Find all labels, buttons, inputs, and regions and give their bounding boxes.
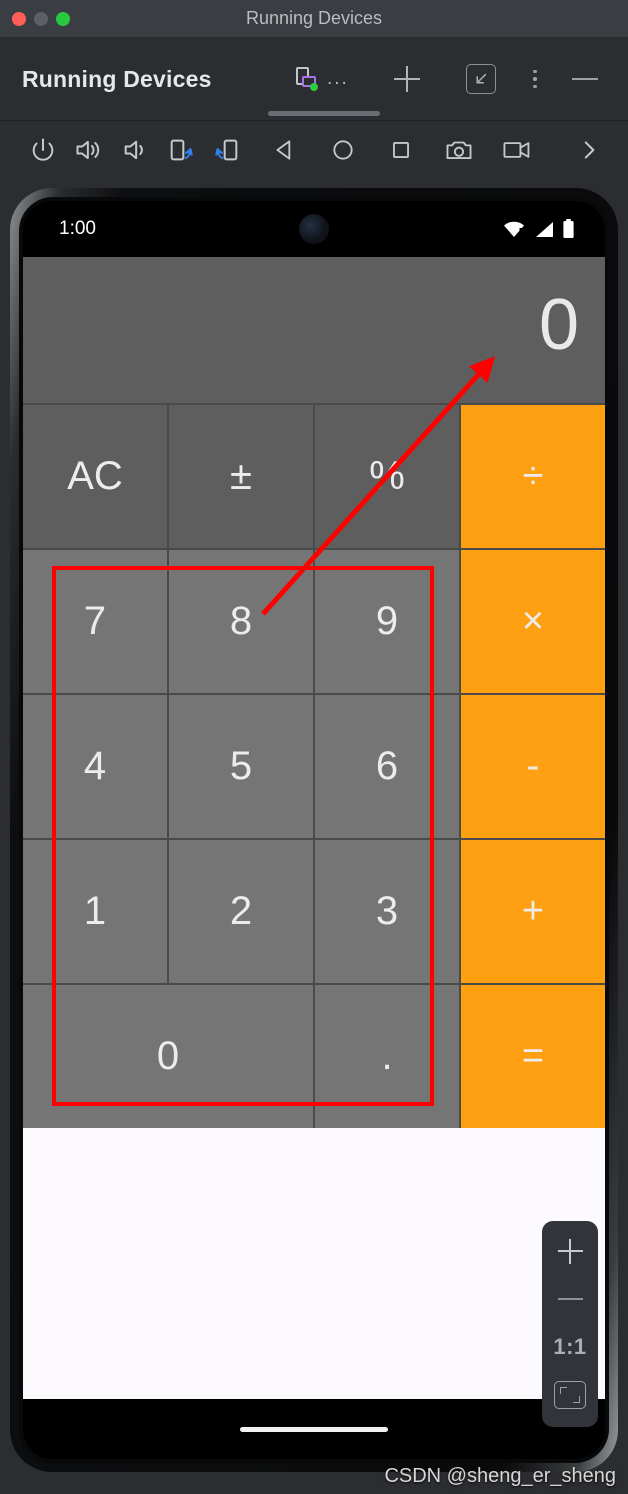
- tool-window-header: Running Devices ...: [0, 38, 628, 120]
- key-label: 1: [83, 889, 107, 933]
- key-6[interactable]: 6: [315, 695, 459, 838]
- display-value: 0: [538, 285, 579, 365]
- running-dot-icon: [310, 83, 318, 91]
- key-label: 9: [375, 599, 399, 643]
- key-3[interactable]: 3: [315, 840, 459, 983]
- wifi-alert-icon: [504, 221, 524, 237]
- dock-window-button[interactable]: [466, 64, 496, 94]
- key-label: ÷: [522, 455, 544, 497]
- key-label: 5: [229, 744, 253, 788]
- key-label: +: [521, 890, 545, 932]
- front-camera-punch-hole: [299, 214, 329, 244]
- key-label: 7: [83, 599, 107, 643]
- key-multiply[interactable]: ×: [461, 550, 605, 693]
- device-emulator-icon: [294, 67, 318, 91]
- status-time: 1:00: [59, 218, 96, 239]
- actual-size-button[interactable]: 1:1: [548, 1327, 592, 1367]
- rotate-right-icon[interactable]: [204, 127, 250, 173]
- rotate-left-icon[interactable]: [158, 127, 204, 173]
- key-5[interactable]: 5: [169, 695, 313, 838]
- phone-bezel: 1:00 0 AC ± % ÷ 7 8 9 × 4 5 6 - 1 2 3 + …: [19, 197, 609, 1463]
- key-label: 4: [83, 744, 107, 788]
- status-bar: 1:00: [23, 201, 605, 257]
- macos-titlebar: Running Devices: [0, 0, 628, 38]
- tab-label: ...: [327, 68, 349, 89]
- minimize-icon: [572, 78, 598, 80]
- key-decimal[interactable]: .: [315, 985, 459, 1128]
- kebab-dot-icon: [533, 77, 537, 81]
- volume-up-icon[interactable]: [66, 127, 112, 173]
- key-label: .: [381, 1034, 393, 1078]
- calculator-display: 0: [23, 257, 605, 403]
- add-device-button[interactable]: [390, 62, 424, 96]
- key-label: 6: [375, 744, 399, 788]
- maximize-window-button[interactable]: [56, 11, 70, 26]
- zoom-controls: 1:1: [542, 1221, 598, 1427]
- device-toolbar: [0, 120, 628, 178]
- status-icons: [502, 218, 605, 240]
- key-equals[interactable]: =: [461, 985, 605, 1128]
- phone-frame: 1:00 0 AC ± % ÷ 7 8 9 × 4 5 6 - 1 2 3 + …: [10, 188, 618, 1472]
- phone-screen[interactable]: 1:00 0 AC ± % ÷ 7 8 9 × 4 5 6 - 1 2 3 + …: [23, 201, 605, 1459]
- screenshot-icon[interactable]: [436, 127, 482, 173]
- overview-icon[interactable]: [378, 127, 424, 173]
- gesture-navigation-bar[interactable]: [23, 1399, 605, 1459]
- key-divide[interactable]: ÷: [461, 405, 605, 548]
- key-label: -: [526, 745, 540, 787]
- key-all-clear[interactable]: AC: [23, 405, 167, 548]
- key-minus[interactable]: -: [461, 695, 605, 838]
- more-options-button[interactable]: [524, 64, 546, 94]
- page-title: Running Devices: [22, 65, 212, 92]
- key-label: 8: [229, 599, 253, 643]
- power-icon[interactable]: [20, 127, 66, 173]
- key-1[interactable]: 1: [23, 840, 167, 983]
- back-icon[interactable]: [262, 127, 308, 173]
- key-4[interactable]: 4: [23, 695, 167, 838]
- fit-to-screen-icon: [554, 1381, 586, 1409]
- kebab-dot-icon: [533, 84, 537, 89]
- zoom-in-button[interactable]: [548, 1231, 592, 1271]
- key-label: AC: [67, 454, 123, 498]
- key-label: %: [369, 454, 405, 498]
- screen-record-icon[interactable]: [494, 127, 540, 173]
- window-title: Running Devices: [245, 8, 383, 28]
- device-mirror[interactable]: 1:00 0 AC ± % ÷ 7 8 9 × 4 5 6 - 1 2 3 + …: [10, 188, 618, 1472]
- minimize-tool-window-button[interactable]: [568, 64, 602, 94]
- battery-icon: [563, 219, 574, 238]
- key-percent[interactable]: %: [315, 405, 459, 548]
- key-label: 2: [229, 889, 253, 933]
- signal-icon: [536, 222, 553, 237]
- key-plus[interactable]: +: [461, 840, 605, 983]
- key-label: 0: [156, 1034, 180, 1078]
- traffic-lights: [0, 11, 70, 26]
- minimize-window-button[interactable]: [34, 11, 48, 26]
- kebab-dot-icon: [533, 69, 537, 74]
- key-label: 3: [375, 889, 399, 933]
- app-blank-area: [23, 1128, 605, 1399]
- key-label: =: [521, 1035, 545, 1077]
- key-8[interactable]: 8: [169, 550, 313, 693]
- close-window-button[interactable]: [12, 11, 26, 26]
- home-icon[interactable]: [320, 127, 366, 173]
- fit-to-screen-button[interactable]: [548, 1375, 592, 1415]
- key-label: ±: [230, 454, 252, 498]
- zoom-out-button[interactable]: [548, 1279, 592, 1319]
- key-0[interactable]: 0: [23, 985, 313, 1128]
- watermark: CSDN @sheng_er_sheng: [384, 1465, 616, 1487]
- running-devices-window: Running Devices Running Devices ... 1:00…: [0, 0, 628, 1494]
- key-9[interactable]: 9: [315, 550, 459, 693]
- calculator-app: 0 AC ±% ÷ 7 8 9 × 4 5 6 - 1 2 3 +0. =: [23, 257, 605, 1128]
- key-7[interactable]: 7: [23, 550, 167, 693]
- key-2[interactable]: 2: [169, 840, 313, 983]
- key-plus-minus[interactable]: ±: [169, 405, 313, 548]
- tab-device[interactable]: ...: [268, 38, 380, 120]
- calculator-keypad: AC ±% ÷ 7 8 9 × 4 5 6 - 1 2 3 +0. =: [23, 403, 605, 1128]
- key-label: ×: [521, 600, 545, 642]
- home-indicator-icon: [240, 1426, 388, 1432]
- volume-down-icon[interactable]: [112, 127, 158, 173]
- toolbar-overflow-icon[interactable]: [566, 127, 612, 173]
- arrow-down-left-icon: [476, 73, 487, 84]
